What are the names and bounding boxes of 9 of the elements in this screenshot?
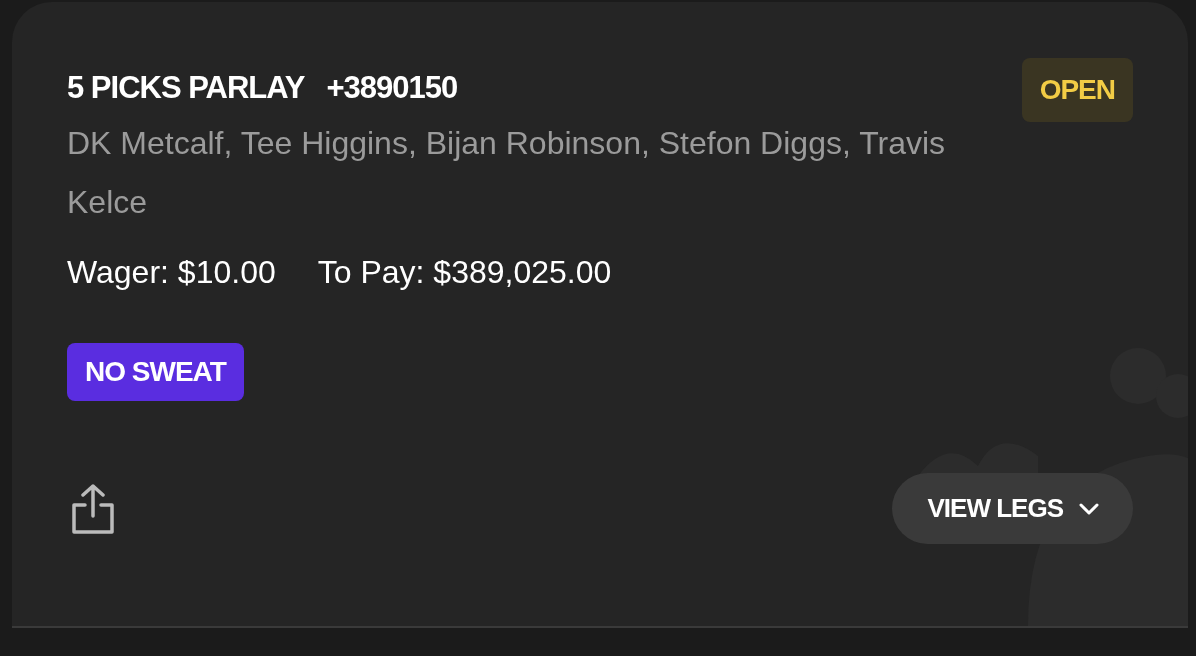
- bet-odds: +3890150: [326, 70, 458, 106]
- share-icon[interactable]: [71, 482, 115, 535]
- promo-badge: NO SWEAT: [67, 343, 244, 401]
- player-list: DK Metcalf, Tee Higgins, Bijan Robinson, Stefon Diggs, Travis Kelce: [67, 114, 967, 232]
- payout-amount: To Pay: $389,025.00: [317, 254, 612, 291]
- view-legs-button[interactable]: VIEW LEGS: [891, 473, 1133, 544]
- bet-title: 5 PICKS PARLAY: [67, 70, 305, 106]
- wager-amount: Wager: $10.00: [67, 254, 276, 291]
- status-badge: OPEN: [1021, 58, 1133, 122]
